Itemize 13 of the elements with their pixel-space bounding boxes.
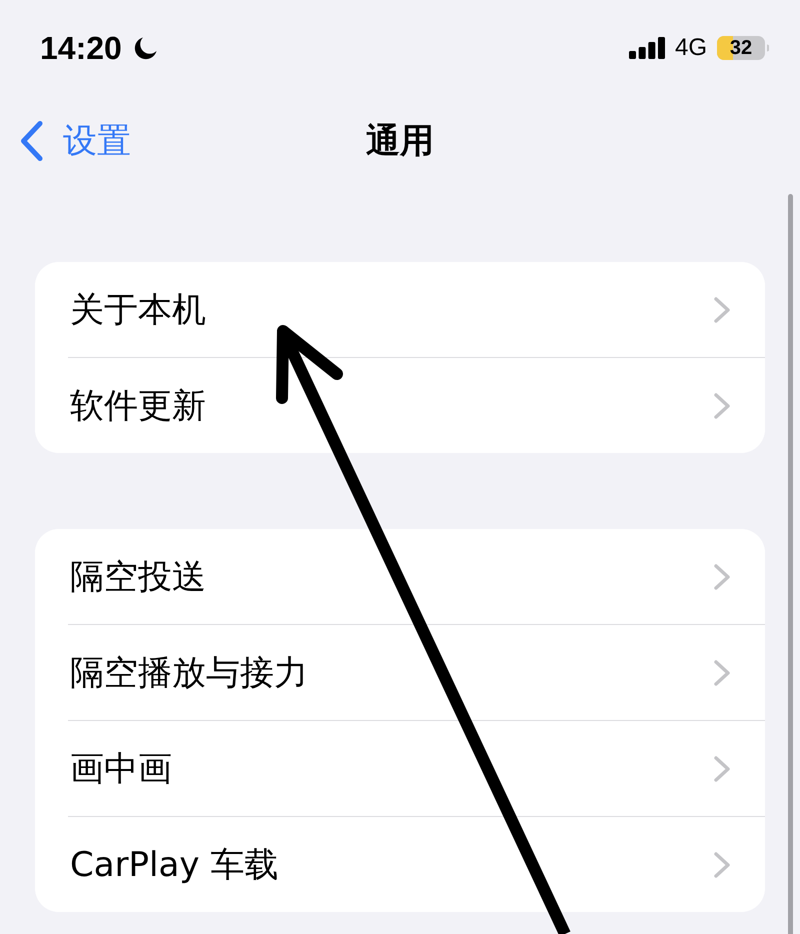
network-label: 4G <box>674 34 707 62</box>
chevron-right-icon <box>714 296 730 322</box>
chevron-left-icon <box>20 121 44 161</box>
back-button[interactable]: 设置 <box>20 121 131 161</box>
chevron-right-icon <box>714 660 730 686</box>
signal-icon <box>628 37 665 59</box>
status-time: 14:20 <box>40 30 122 66</box>
chevron-right-icon <box>714 392 730 418</box>
chevron-right-icon <box>714 852 730 878</box>
chevron-right-icon <box>714 756 730 782</box>
chevron-right-icon <box>714 564 730 590</box>
moon-icon <box>134 36 158 60</box>
nav-title: 通用 <box>366 121 434 161</box>
